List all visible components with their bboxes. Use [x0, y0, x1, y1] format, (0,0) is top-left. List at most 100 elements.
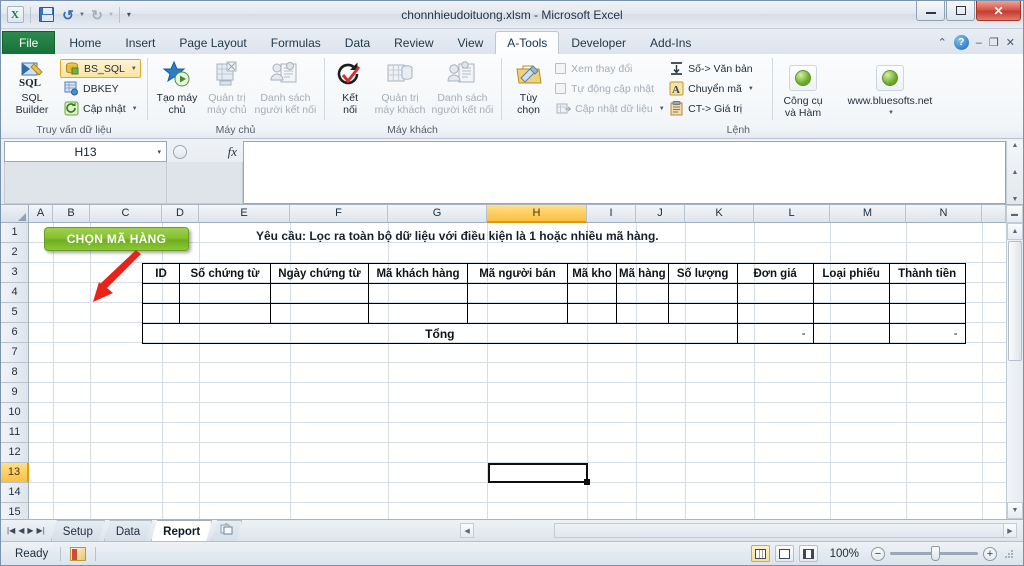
- column-header-N[interactable]: N: [906, 205, 982, 223]
- tao-may-chu-button[interactable]: Tạo máy chủ: [152, 57, 202, 118]
- zoom-slider[interactable]: [890, 546, 978, 561]
- tab-review[interactable]: Review: [382, 31, 445, 54]
- cell-ngay-chung-tu-1[interactable]: [270, 283, 369, 304]
- chon-ma-hang-button[interactable]: CHỌN MÃ HÀNG: [44, 227, 189, 251]
- tab-view[interactable]: View: [446, 31, 496, 54]
- row-header-11[interactable]: 11: [1, 423, 29, 443]
- name-box[interactable]: H13 ▾: [4, 141, 167, 162]
- cell-ma-nguoi-ban-2[interactable]: [467, 303, 568, 324]
- row-header-4[interactable]: 4: [1, 283, 29, 303]
- quan-tri-may-chu-button[interactable]: Quản trị máy chủ: [202, 57, 252, 118]
- cell-don-gia-2[interactable]: [736, 303, 814, 324]
- checkbox-icon-xem-thay-doi[interactable]: [555, 63, 567, 74]
- horizontal-scroll-zone[interactable]: ◀ ▶: [241, 520, 1023, 541]
- zoom-in-button[interactable]: +: [983, 546, 997, 561]
- column-header-B[interactable]: B: [53, 205, 90, 223]
- insert-function-icon[interactable]: fx: [228, 144, 237, 160]
- excel-app-icon[interactable]: X: [5, 5, 25, 25]
- cell-id-1[interactable]: [142, 283, 180, 304]
- bs-sql-button[interactable]: BS_SQL ▼: [60, 59, 141, 78]
- redo-dropdown-icon[interactable]: ▼: [108, 12, 114, 18]
- formula-scroll-down-icon[interactable]: ▼: [1012, 196, 1019, 203]
- tab-formulas[interactable]: Formulas: [259, 31, 333, 54]
- horizontal-scroll-right-icon[interactable]: ▶: [1003, 523, 1017, 538]
- sheet-nav-next-icon[interactable]: ▶: [27, 526, 33, 535]
- formula-input[interactable]: [243, 141, 1006, 204]
- cell-ma-khach-hang-2[interactable]: [368, 303, 468, 324]
- sheet-tab-data[interactable]: Data: [104, 520, 152, 541]
- horizontal-scroll-track[interactable]: [553, 523, 1017, 538]
- column-header-A[interactable]: A: [29, 205, 53, 223]
- so-van-ban-button[interactable]: Số-> Văn bản: [665, 59, 767, 78]
- row-header-8[interactable]: 8: [1, 363, 29, 383]
- dbkey-button[interactable]: DBKEY: [60, 79, 141, 98]
- record-macro-icon[interactable]: [70, 546, 87, 561]
- collapse-formula-bar-icon[interactable]: [173, 144, 187, 159]
- resize-grip-icon[interactable]: [1002, 548, 1014, 560]
- bs-sql-dropdown-icon[interactable]: ▼: [131, 66, 137, 72]
- grid-scroll-collapse-icon[interactable]: ▬: [1006, 205, 1023, 223]
- tuy-chon-button[interactable]: Tùy chọn: [506, 57, 551, 118]
- workbook-close-icon[interactable]: ✕: [1006, 36, 1015, 49]
- tab-file[interactable]: File: [2, 31, 56, 54]
- select-all-corner[interactable]: [1, 205, 29, 223]
- row-header-7[interactable]: 7: [1, 343, 29, 363]
- row-header-14[interactable]: 14: [1, 483, 29, 503]
- window-restore-button[interactable]: [946, 1, 975, 21]
- normal-view-icon[interactable]: [750, 545, 770, 562]
- column-header-G[interactable]: G: [388, 205, 487, 223]
- new-sheet-icon[interactable]: [211, 520, 242, 541]
- danh-sach-nguoi-ket-noi-server-button[interactable]: Danh sách người kết nối: [252, 57, 319, 118]
- ct-gia-tri-button[interactable]: CT-> Giá trị: [665, 99, 767, 118]
- row-header-10[interactable]: 10: [1, 403, 29, 423]
- sheet-nav-last-icon[interactable]: ▶|: [37, 526, 45, 535]
- danh-sach-nguoi-ket-noi-client-button[interactable]: Danh sách người kết nối: [429, 57, 496, 118]
- tab-insert[interactable]: Insert: [113, 31, 167, 54]
- quan-tri-may-khach-button[interactable]: Quản trị máy khách: [371, 57, 429, 118]
- customize-qat-icon[interactable]: ▾: [125, 10, 133, 19]
- cell-loai-phieu-1[interactable]: [812, 283, 890, 304]
- formula-scroll-mid-icon[interactable]: ▲: [1012, 169, 1019, 176]
- scroll-up-button[interactable]: ▲: [1007, 223, 1023, 240]
- cell-ma-hang-1[interactable]: [616, 283, 669, 304]
- cap-nhat-button[interactable]: Cập nhật ▼: [60, 99, 141, 118]
- page-layout-view-icon[interactable]: [774, 545, 794, 562]
- checkbox-icon-tu-dong-cap-nhat[interactable]: [555, 83, 567, 94]
- cell-id-2[interactable]: [142, 303, 180, 324]
- column-header-I[interactable]: I: [587, 205, 636, 223]
- workbook-restore-icon[interactable]: ❐: [989, 36, 999, 49]
- column-header-H[interactable]: H: [487, 205, 587, 223]
- row-header-12[interactable]: 12: [1, 443, 29, 463]
- chuyen-ma-button[interactable]: A Chuyển mã ▼: [665, 79, 767, 98]
- tu-dong-cap-nhat-checkbox[interactable]: Tự động cập nhật: [552, 79, 664, 98]
- vertical-scroll-thumb[interactable]: [1008, 241, 1022, 361]
- cell-so-luong-1[interactable]: [667, 283, 738, 304]
- bluesofts-dropdown-icon[interactable]: ▼: [888, 108, 894, 120]
- undo-dropdown-icon[interactable]: ▼: [79, 12, 85, 18]
- sql-builder-button[interactable]: SQL SQL Builder: [6, 57, 58, 118]
- formula-bar-scrollbar[interactable]: ▲ ▲ ▼: [1006, 141, 1023, 204]
- row-header-9[interactable]: 9: [1, 383, 29, 403]
- horizontal-scroll-left-icon[interactable]: ◀: [460, 523, 475, 538]
- cell-so-chung-tu-1[interactable]: [179, 283, 271, 304]
- page-break-view-icon[interactable]: [798, 545, 818, 562]
- tab-developer[interactable]: Developer: [559, 31, 638, 54]
- tab-a-tools[interactable]: A-Tools: [495, 31, 560, 54]
- selected-cell-h13[interactable]: [488, 463, 590, 485]
- bluesofts-website-button[interactable]: www.bluesofts.net ▼: [835, 60, 945, 121]
- row-header-6[interactable]: 6: [1, 323, 29, 343]
- cell-don-gia-1[interactable]: [736, 283, 814, 304]
- row-header-2[interactable]: 2: [1, 243, 29, 263]
- column-header-M[interactable]: M: [830, 205, 906, 223]
- cell-ma-hang-2[interactable]: [616, 303, 669, 324]
- row-header-5[interactable]: 5: [1, 303, 29, 323]
- row-header-13[interactable]: 13: [1, 463, 29, 483]
- cell-ma-nguoi-ban-1[interactable]: [467, 283, 568, 304]
- cap-nhat-dropdown-icon[interactable]: ▼: [132, 106, 138, 112]
- scroll-down-button[interactable]: ▼: [1007, 502, 1023, 519]
- tab-page-layout[interactable]: Page Layout: [167, 31, 258, 54]
- cell-thanh-tien-1[interactable]: [888, 283, 966, 304]
- sheet-tab-report[interactable]: Report: [151, 520, 212, 541]
- chuyen-ma-dropdown-icon[interactable]: ▼: [748, 86, 754, 92]
- cong-cu-va-ham-button[interactable]: Công cụ và Hàm: [777, 60, 829, 121]
